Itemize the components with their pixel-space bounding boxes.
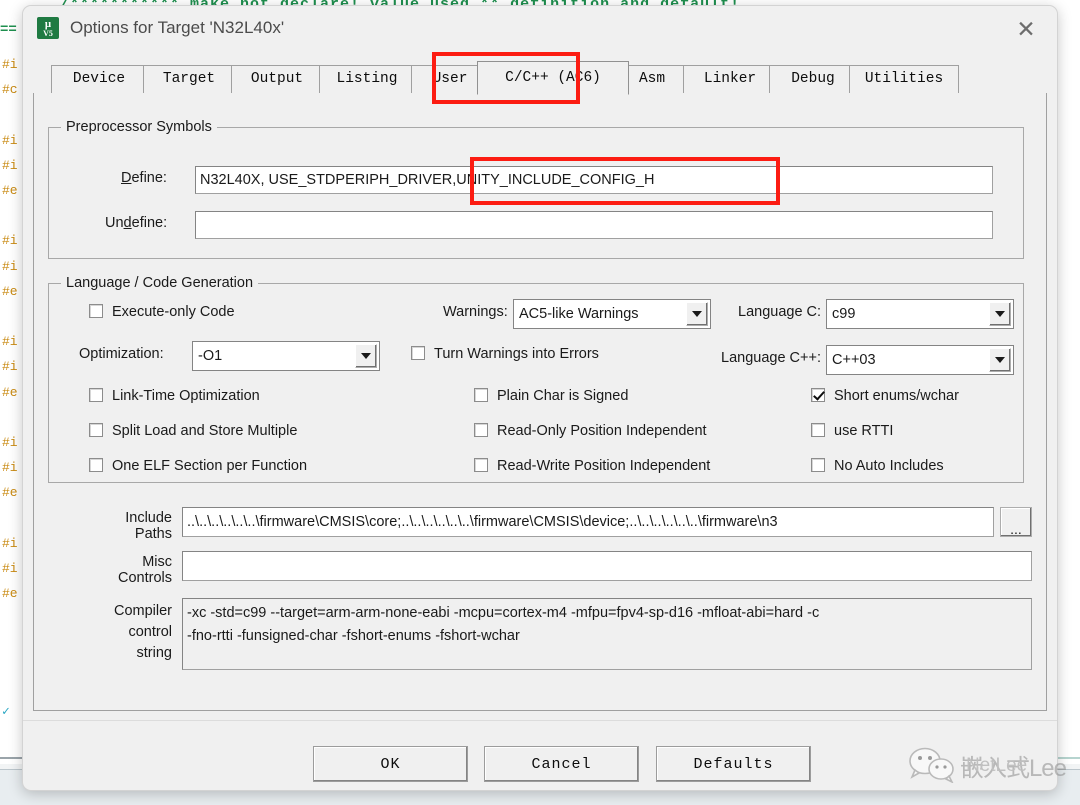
tab-output[interactable]: Output [231,65,323,93]
split-load-store-box [89,423,103,437]
link-time-optimization-box [89,388,103,402]
compiler-control-string-input: -xc -std=c99 --target=arm-arm-none-eabi … [182,598,1032,670]
language-cpp-value: C++03 [832,352,876,368]
no-auto-includes-label: No Auto Includes [834,458,944,474]
use-rtti-box [811,423,825,437]
warnings-dropdown[interactable]: AC5-like Warnings [513,299,711,329]
short-enums-wchar-checkbox[interactable]: Short enums/wchar [811,388,959,404]
link-time-optimization-label: Link-Time Optimization [112,388,260,404]
split-load-store-label: Split Load and Store Multiple [112,423,298,439]
link-time-optimization-checkbox[interactable]: Link-Time Optimization [89,388,260,404]
dialog-title: Options for Target 'N32L40x' [70,18,285,37]
tab-bar: Device Target Output Listing User C/C++ … [33,61,1047,95]
misc-controls-label: Misc Controls [106,554,172,586]
use-rtti-checkbox[interactable]: use RTTI [811,423,893,439]
language-c-label: Language C: [738,304,822,320]
plain-char-is-signed-box [474,388,488,402]
plain-char-is-signed-checkbox[interactable]: Plain Char is Signed [474,388,628,404]
read-write-position-independent-checkbox[interactable]: Read-Write Position Independent [474,458,710,474]
split-load-store-checkbox[interactable]: Split Load and Store Multiple [89,423,297,439]
optimization-dropdown[interactable]: -O1 [192,341,380,371]
keil-uvision-icon: μ V5 [37,17,59,39]
tab-utilities[interactable]: Utilities [849,65,959,93]
include-paths-label-line2: Paths [134,526,172,542]
plain-char-is-signed-label: Plain Char is Signed [497,388,629,404]
cancel-button[interactable]: Cancel [484,746,639,782]
chevron-down-icon[interactable] [989,348,1011,372]
language-code-generation-legend: Language / Code Generation [61,275,259,291]
defaults-button[interactable]: Defaults [656,746,811,782]
ok-button[interactable]: OK [313,746,468,782]
language-c-value: c99 [832,306,856,322]
keil-icon-version: V5 [43,29,53,38]
compiler-control-string-label-line3: string [136,645,172,661]
misc-controls-input[interactable] [182,551,1032,581]
include-paths-input[interactable]: ..\..\..\..\..\..\firmware\CMSIS\core;..… [182,507,994,537]
chevron-down-icon[interactable] [989,302,1011,326]
language-c-dropdown[interactable]: c99 [826,299,1014,329]
execute-only-code-checkbox[interactable]: Execute-only Code [89,304,235,320]
execute-only-code-box [89,304,103,318]
use-rtti-label: use RTTI [834,423,894,439]
one-elf-section-label: One ELF Section per Function [112,458,308,474]
read-write-position-independent-box [474,458,488,472]
include-paths-label-line1: Include [125,510,172,526]
undefine-label-rest: efine: [131,215,168,231]
optimization-label: Optimization: [79,346,164,362]
tab-c-cpp-ac6[interactable]: C/C++ (AC6) [477,61,629,95]
chevron-down-icon[interactable] [686,302,708,326]
no-auto-includes-box [811,458,825,472]
tab-linker[interactable]: Linker [683,65,777,93]
read-only-position-independent-checkbox[interactable]: Read-Only Position Independent [474,423,707,439]
warnings-value: AC5-like Warnings [519,306,639,322]
undefine-input[interactable] [195,211,993,239]
define-input[interactable]: N32L40X, USE_STDPERIPH_DRIVER,UNITY_INCL… [195,166,993,194]
define-label: Define: [121,170,167,186]
turn-warnings-into-errors-box [411,346,425,360]
warnings-label: Warnings: [443,304,508,320]
short-enums-wchar-label: Short enums/wchar [834,388,959,404]
options-dialog: μ V5 Options for Target 'N32L40x' ✕ Devi… [22,5,1058,791]
turn-warnings-into-errors-label: Turn Warnings into Errors [434,346,599,362]
compiler-control-string-label-line1: Compiler [113,603,172,619]
editor-equals-marker: == [0,22,17,38]
language-code-generation-group: Language / Code Generation Execute-only … [48,275,1024,483]
preprocessor-symbols-legend: Preprocessor Symbols [61,119,217,135]
footer-divider [23,720,1057,721]
read-only-position-independent-label: Read-Only Position Independent [497,423,707,439]
chevron-down-icon[interactable] [355,344,377,368]
turn-warnings-into-errors-checkbox[interactable]: Turn Warnings into Errors [411,346,599,362]
tab-device[interactable]: Device [51,65,147,93]
preprocessor-symbols-group: Preprocessor Symbols Define: N32L40X, US… [48,119,1024,259]
include-paths-browse-button[interactable]: ... [1000,507,1032,537]
read-write-position-independent-label: Read-Write Position Independent [497,458,711,474]
define-label-rest: efine: [131,170,167,186]
short-enums-wchar-box [811,388,825,402]
include-paths-label: Include Paths [106,510,172,542]
misc-controls-label-line1: Misc [142,554,172,570]
tab-target[interactable]: Target [143,65,235,93]
undefine-label: Undefine: [105,215,167,231]
misc-controls-label-line2: Controls [118,570,172,586]
close-icon[interactable]: ✕ [1003,10,1049,48]
undefine-label-mnemonic: d [123,215,132,231]
tab-debug[interactable]: Debug [769,65,857,93]
undefine-label-pre: Un [105,215,124,231]
execute-only-code-label: Execute-only Code [112,304,235,320]
dialog-titlebar: μ V5 Options for Target 'N32L40x' ✕ [23,6,1057,53]
c-cpp-tab-panel: Preprocessor Symbols Define: N32L40X, US… [33,93,1047,711]
no-auto-includes-checkbox[interactable]: No Auto Includes [811,458,944,474]
compiler-control-string-label: Compiler control string [94,601,172,664]
one-elf-section-checkbox[interactable]: One ELF Section per Function [89,458,307,474]
tab-listing[interactable]: Listing [319,65,415,93]
read-only-position-independent-box [474,423,488,437]
compiler-control-string-label-line2: control [128,624,172,640]
optimization-value: -O1 [198,348,223,364]
language-cpp-dropdown[interactable]: C++03 [826,345,1014,375]
editor-check-glyph: ✓ [2,704,10,719]
define-label-mnemonic: D [121,170,132,186]
language-cpp-label: Language C++: [721,350,821,366]
one-elf-section-box [89,458,103,472]
